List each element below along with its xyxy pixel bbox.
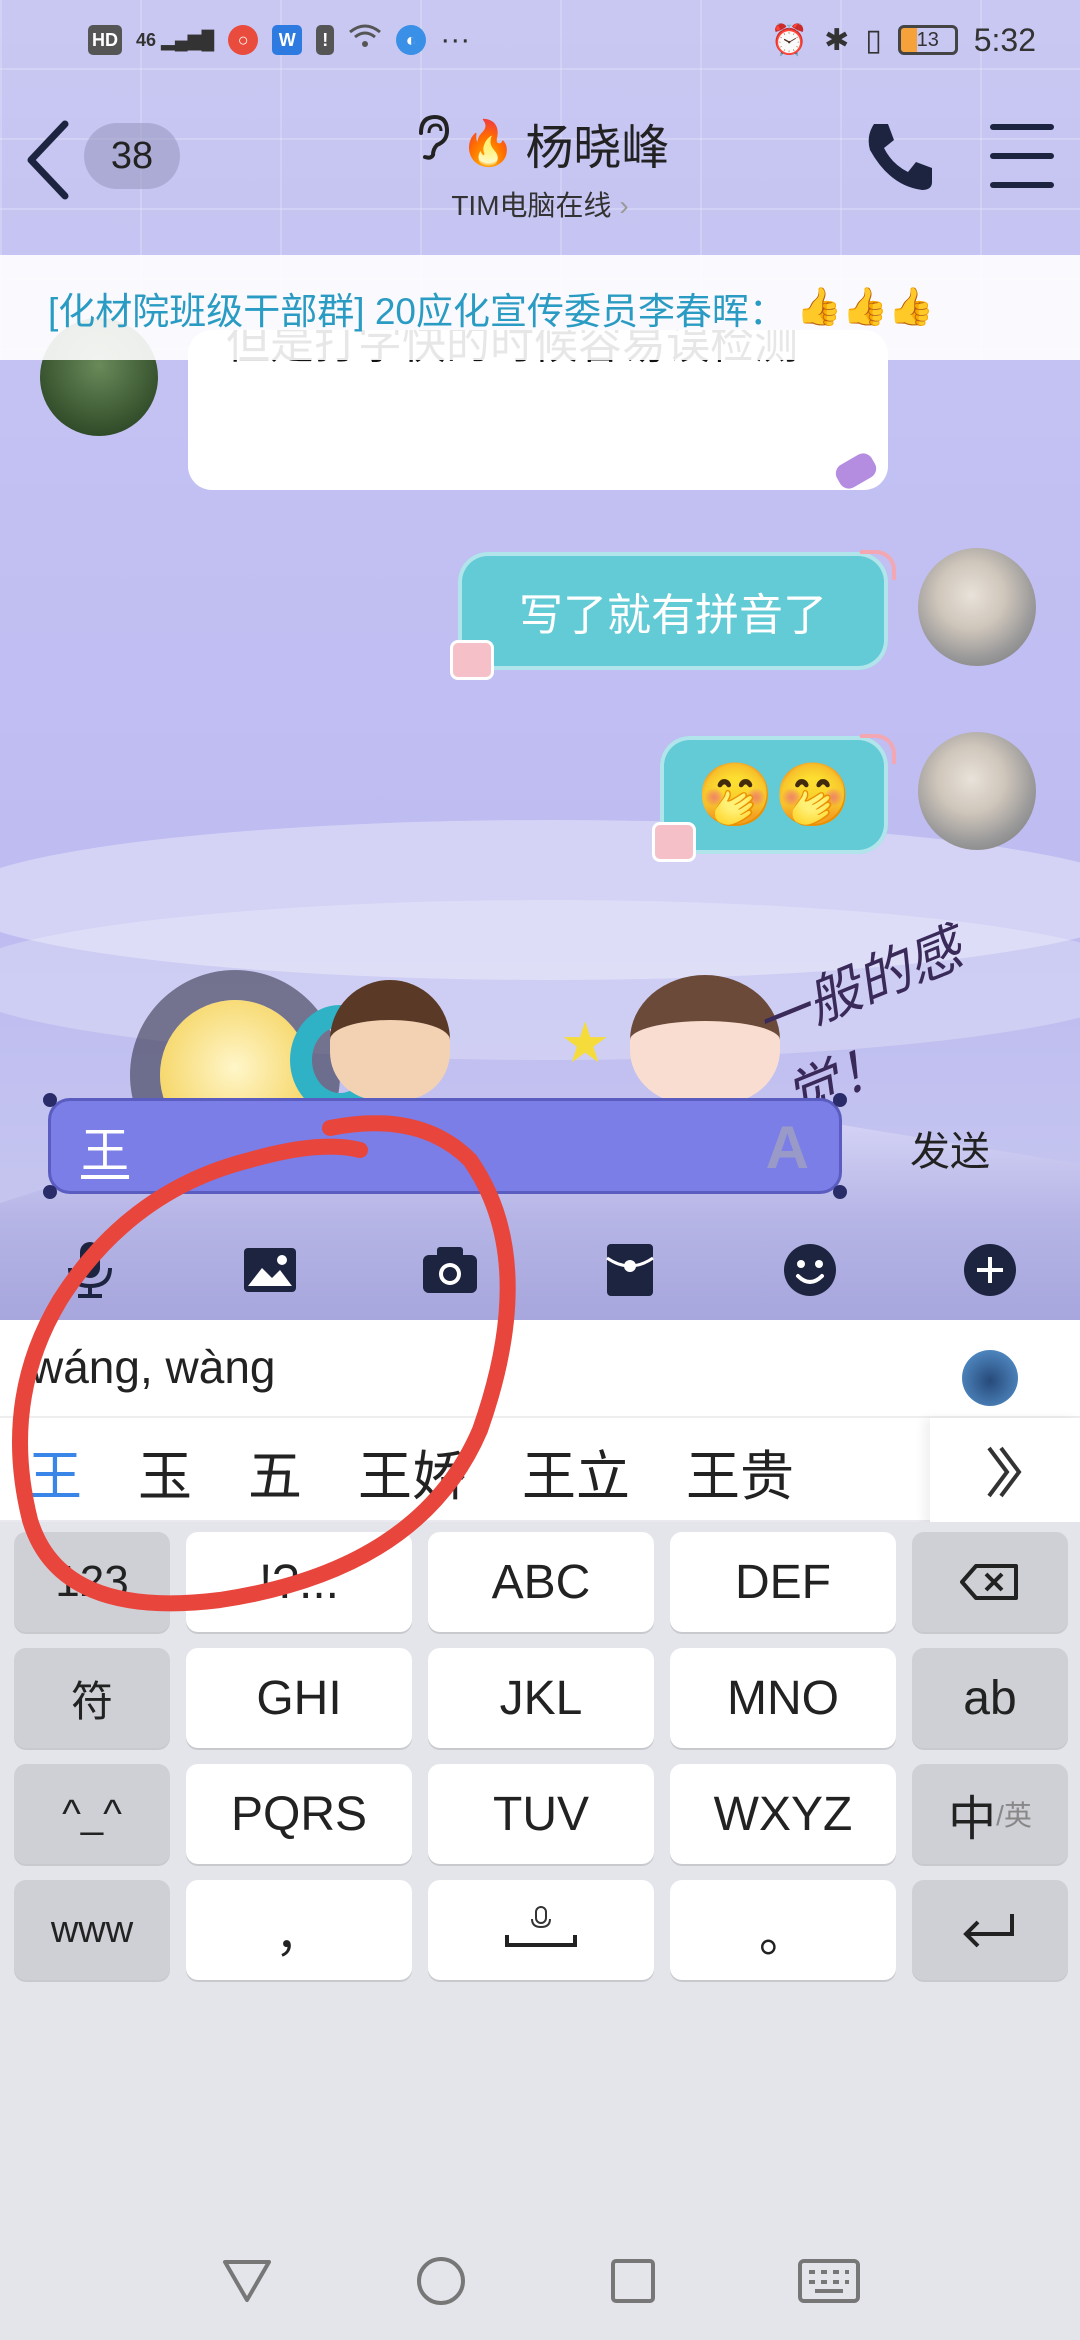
message-bubble-outgoing[interactable]: 写了就有拼音了 xyxy=(458,552,888,670)
my-avatar[interactable] xyxy=(918,548,1036,666)
resize-handle xyxy=(833,1185,847,1199)
my-avatar[interactable] xyxy=(918,732,1036,850)
menu-button[interactable] xyxy=(990,124,1054,188)
candidate-word[interactable]: 五 xyxy=(220,1432,330,1511)
send-button[interactable]: 发送 xyxy=(880,1108,1020,1188)
resize-handle xyxy=(833,1093,847,1107)
browser-app-icon: ◐ xyxy=(396,25,427,55)
pencil-sticker-icon xyxy=(832,449,880,490)
battery-indicator: 13 xyxy=(897,25,958,55)
candidate-word[interactable]: 王 xyxy=(0,1432,110,1511)
call-button[interactable] xyxy=(860,116,940,196)
chat-header: 38 🔥 杨晓峰 TIM电脑在线 › xyxy=(0,80,1080,230)
bluetooth-icon: ✱ xyxy=(824,23,850,57)
hd-icon: HD xyxy=(88,25,122,55)
key-comma[interactable]: ， xyxy=(186,1880,412,1980)
wifi-icon xyxy=(348,22,382,58)
wps-app-icon: W xyxy=(272,25,303,55)
system-nav-bar xyxy=(0,2222,1080,2340)
key-enter[interactable] xyxy=(912,1880,1068,1980)
ear-icon[interactable] xyxy=(411,113,451,173)
message-text: 写了就有拼音了 xyxy=(519,591,827,640)
more-dots-icon: ··· xyxy=(440,23,471,56)
key-letter-mode[interactable]: ab xyxy=(912,1648,1068,1748)
ime-candidate-panel: wáng, wàng 王 玉 五 王娇 王立 王贵 xyxy=(0,1320,1080,1526)
back-triangle-icon[interactable] xyxy=(219,2256,275,2306)
recents-square-icon[interactable] xyxy=(607,2255,659,2307)
thumbs-up-icon: 👍👍👍 xyxy=(796,286,935,327)
menu-line xyxy=(990,124,1054,130)
key-space[interactable] xyxy=(428,1880,654,1980)
key-wxyz[interactable]: WXYZ xyxy=(670,1764,896,1864)
candidate-row: 王 玉 五 王娇 王立 王贵 xyxy=(0,1416,1080,1526)
candidate-word[interactable]: 玉 xyxy=(110,1432,220,1511)
double-chevron-right-icon xyxy=(987,1446,1022,1498)
resize-handle xyxy=(43,1185,57,1199)
telephone-deco-icon xyxy=(652,822,696,862)
menu-line xyxy=(990,153,1054,159)
search-app-icon: ○ xyxy=(228,25,259,55)
status-bar: HD 46 ▂▄▆█ ○ W ! ◐ ··· ⏰ ✱ ▯ 13 5:32 xyxy=(0,0,1080,80)
key-period[interactable]: 。 xyxy=(670,1880,896,1980)
more-button[interactable] xyxy=(900,1220,1080,1320)
menu-line xyxy=(990,182,1054,188)
microphone-icon xyxy=(68,1242,112,1298)
camera-button[interactable] xyxy=(360,1220,540,1320)
keyboard-hide-icon[interactable] xyxy=(797,2258,861,2304)
candidate-word[interactable]: 王娇 xyxy=(330,1432,494,1511)
image-button[interactable] xyxy=(180,1220,360,1320)
home-circle-icon[interactable] xyxy=(413,2253,469,2309)
key-backspace[interactable] xyxy=(912,1532,1068,1632)
space-mic-icon xyxy=(505,1906,577,1947)
red-packet-icon xyxy=(606,1244,654,1296)
notice-text: [化材院班级干部群] 20应化宣传委员李春晖： xyxy=(48,290,786,332)
alarm-icon: ⏰ xyxy=(770,23,809,57)
t9-keyboard: 123 !?... ABC DEF 符 GHI JKL MNO ab ^_^ P… xyxy=(0,1522,1080,2222)
boy-sticker xyxy=(330,980,450,1100)
input-value: 王 xyxy=(81,1125,130,1178)
clock: 5:32 xyxy=(973,21,1036,58)
candidate-word[interactable]: 王立 xyxy=(494,1432,658,1511)
backspace-icon xyxy=(960,1564,1018,1600)
camera-icon xyxy=(423,1247,477,1293)
key-symbols[interactable]: 符 xyxy=(14,1648,170,1748)
enter-icon xyxy=(963,1914,1014,1948)
key-def[interactable]: DEF xyxy=(670,1532,896,1632)
message-emoji: 🤭🤭 xyxy=(696,760,852,830)
fire-icon: 🔥 xyxy=(460,119,516,168)
emoji-icon xyxy=(784,1244,836,1296)
group-notice-banner[interactable]: [化材院班级干部群] 20应化宣传委员李春晖： 👍👍👍 xyxy=(0,255,1080,360)
key-punctuation[interactable]: !?... xyxy=(186,1532,412,1632)
red-packet-button[interactable] xyxy=(540,1220,720,1320)
message-input[interactable]: 王 A xyxy=(43,1093,847,1199)
expand-candidates-button[interactable] xyxy=(930,1418,1080,1526)
key-number-mode[interactable]: 123 xyxy=(14,1532,170,1632)
key-mno[interactable]: MNO xyxy=(670,1648,896,1748)
candidate-word[interactable]: 王贵 xyxy=(658,1432,822,1511)
key-ghi[interactable]: GHI xyxy=(186,1648,412,1748)
voice-button[interactable] xyxy=(0,1220,180,1320)
star-sticker: ★ xyxy=(560,1011,611,1074)
phone-icon xyxy=(868,124,932,190)
plus-icon xyxy=(964,1244,1016,1296)
key-tuv[interactable]: TUV xyxy=(428,1764,654,1864)
key-pqrs[interactable]: PQRS xyxy=(186,1764,412,1864)
pinyin-composition: wáng, wàng xyxy=(30,1341,276,1393)
key-www[interactable]: www xyxy=(14,1880,170,1980)
resize-handle xyxy=(43,1093,57,1107)
vibrate-icon: ▯ xyxy=(865,23,882,57)
image-icon xyxy=(244,1248,296,1292)
4g-signal-icon: 46 ▂▄▆█ xyxy=(136,29,215,50)
key-emoticon[interactable]: ^_^ xyxy=(14,1764,170,1864)
warning-icon: ! xyxy=(316,25,335,55)
contact-name: 杨晓峰 xyxy=(525,122,670,175)
key-abc[interactable]: ABC xyxy=(428,1532,654,1632)
emoji-button[interactable] xyxy=(720,1220,900,1320)
ime-logo-icon[interactable] xyxy=(962,1350,1018,1406)
key-language-switch[interactable]: 中/英 xyxy=(912,1764,1068,1864)
key-jkl[interactable]: JKL xyxy=(428,1648,654,1748)
font-style-icon[interactable]: A xyxy=(766,1113,809,1182)
telephone-deco-icon xyxy=(450,640,494,680)
chat-toolbar xyxy=(0,1220,1080,1320)
